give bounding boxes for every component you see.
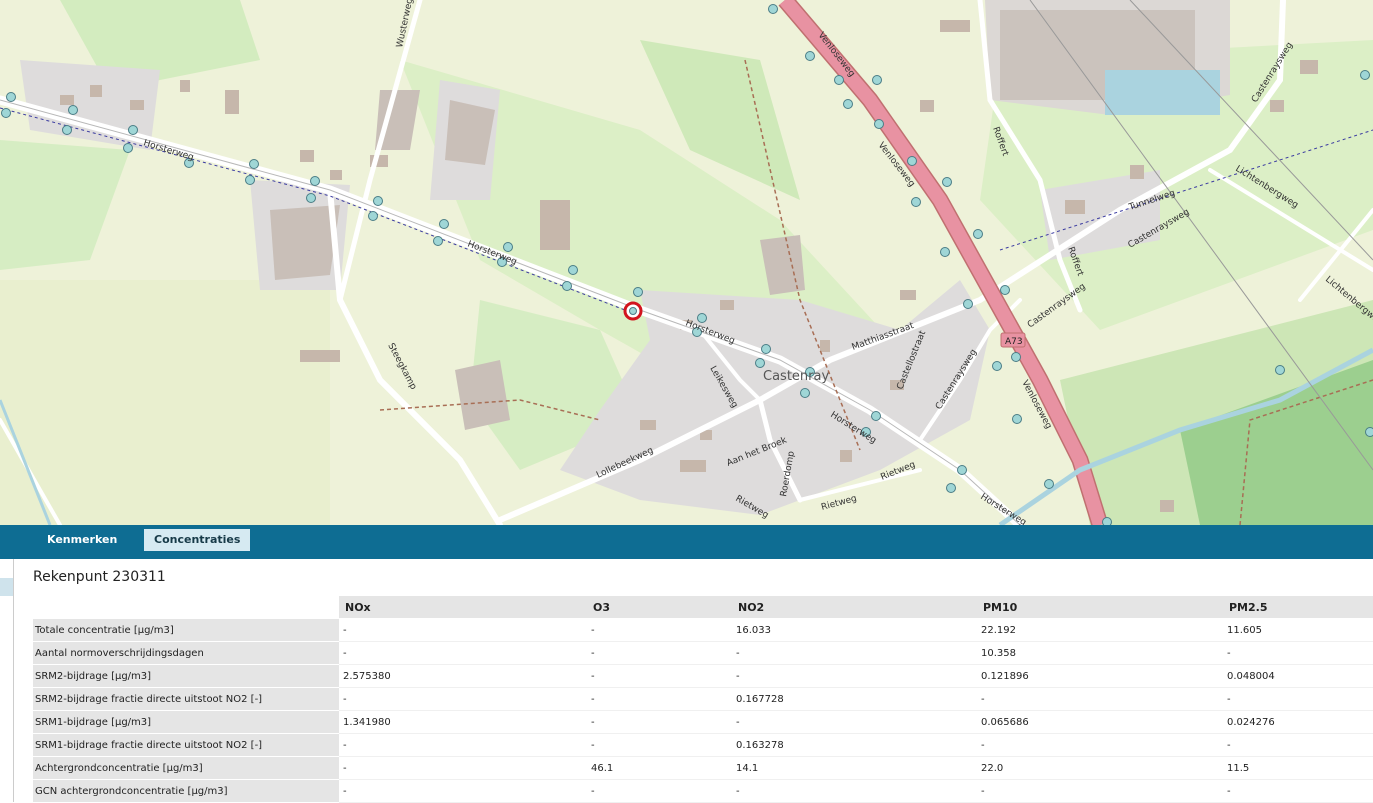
column-header-pm25: PM2.5 <box>1223 596 1373 619</box>
row-label: Achtergrondconcentratie [µg/m3] <box>33 757 339 780</box>
row-label: SRM2-bijdrage fractie directe uitstoot N… <box>33 688 339 711</box>
table-cell: - <box>587 688 732 711</box>
table-cell: - <box>587 734 732 757</box>
table-cell: - <box>587 711 732 734</box>
table-cell: - <box>339 757 587 780</box>
table-cell: - <box>732 780 977 803</box>
table-cell: - <box>732 642 977 665</box>
table-cell: - <box>339 642 587 665</box>
table-cell: - <box>587 780 732 803</box>
table-cell: 0.167728 <box>732 688 977 711</box>
table-row: Aantal normoverschrijdingsdagen---10.358… <box>33 642 1373 665</box>
table-cell: - <box>732 665 977 688</box>
column-header-no2: NO2 <box>732 596 977 619</box>
table-row: Totale concentratie [µg/m3]--16.03322.19… <box>33 619 1373 642</box>
column-header-nox: NOx <box>339 596 587 619</box>
table-cell: - <box>1223 780 1373 803</box>
row-label: Totale concentratie [µg/m3] <box>33 619 339 642</box>
table-cell: 0.048004 <box>1223 665 1373 688</box>
table-cell: 0.065686 <box>977 711 1223 734</box>
table-cell: - <box>1223 642 1373 665</box>
table-cell: - <box>1223 734 1373 757</box>
table-cell: 14.1 <box>732 757 977 780</box>
table-header-row: NOx O3 NO2 PM10 PM2.5 <box>33 596 1373 619</box>
row-label: SRM2-bijdrage [µg/m3] <box>33 665 339 688</box>
table-cell: 1.341980 <box>339 711 587 734</box>
table-cell: 46.1 <box>587 757 732 780</box>
concentrations-table: NOx O3 NO2 PM10 PM2.5 Totale concentrati… <box>33 596 1373 803</box>
table-cell: - <box>977 780 1223 803</box>
table-cell: 16.033 <box>732 619 977 642</box>
table-cell: - <box>977 688 1223 711</box>
row-label: Aantal normoverschrijdingsdagen <box>33 642 339 665</box>
table-cell: 0.121896 <box>977 665 1223 688</box>
concentrations-panel: Rekenpunt 230311 NOx O3 NO2 PM10 PM2.5 T… <box>13 559 1373 802</box>
table-cell: - <box>587 665 732 688</box>
row-label: GCN achtergrondconcentratie [µg/m3] <box>33 780 339 803</box>
tab-kenmerken[interactable]: Kenmerken <box>37 529 127 551</box>
column-header-o3: O3 <box>587 596 732 619</box>
table-cell: 11.5 <box>1223 757 1373 780</box>
panel-title: Rekenpunt 230311 <box>33 569 166 585</box>
table-cell: - <box>339 688 587 711</box>
tab-bar-underline <box>0 551 1373 559</box>
table-row: SRM2-bijdrage fractie directe uitstoot N… <box>33 688 1373 711</box>
map-label-a73: A73 <box>1005 337 1023 347</box>
table-row: SRM1-bijdrage fractie directe uitstoot N… <box>33 734 1373 757</box>
map-label-castenray: Castenray <box>763 369 829 384</box>
table-cell: - <box>1223 688 1373 711</box>
table-cell: 11.605 <box>1223 619 1373 642</box>
tab-bar: Kenmerken Concentraties <box>0 525 1373 551</box>
tab-concentraties[interactable]: Concentraties <box>144 529 250 551</box>
table-row: SRM1-bijdrage [µg/m3]1.341980--0.0656860… <box>33 711 1373 734</box>
table-body: Totale concentratie [µg/m3]--16.03322.19… <box>33 619 1373 803</box>
table-row: Achtergrondconcentratie [µg/m3]-46.114.1… <box>33 757 1373 780</box>
table-cell: 2.575380 <box>339 665 587 688</box>
table-cell: 10.358 <box>977 642 1223 665</box>
column-header-pm10: PM10 <box>977 596 1223 619</box>
map-view[interactable]: Horsterweg Horsterweg Horsterweg Horster… <box>0 0 1373 525</box>
table-cell: - <box>339 734 587 757</box>
table-cell: - <box>339 619 587 642</box>
map-canvas[interactable]: Horsterweg Horsterweg Horsterweg Horster… <box>0 0 1373 525</box>
table-row: SRM2-bijdrage [µg/m3]2.575380--0.1218960… <box>33 665 1373 688</box>
table-cell: 22.0 <box>977 757 1223 780</box>
table-row: GCN achtergrondconcentratie [µg/m3]----- <box>33 780 1373 803</box>
table-cell: - <box>977 734 1223 757</box>
table-cell: - <box>732 711 977 734</box>
table-cell: 0.024276 <box>1223 711 1373 734</box>
row-label: SRM1-bijdrage [µg/m3] <box>33 711 339 734</box>
table-cell: - <box>587 642 732 665</box>
table-cell: - <box>339 780 587 803</box>
header-corner <box>33 596 339 619</box>
table-cell: 22.192 <box>977 619 1223 642</box>
row-label: SRM1-bijdrage fractie directe uitstoot N… <box>33 734 339 757</box>
table-cell: - <box>587 619 732 642</box>
panel-side-strip <box>0 578 13 596</box>
table-cell: 0.163278 <box>732 734 977 757</box>
